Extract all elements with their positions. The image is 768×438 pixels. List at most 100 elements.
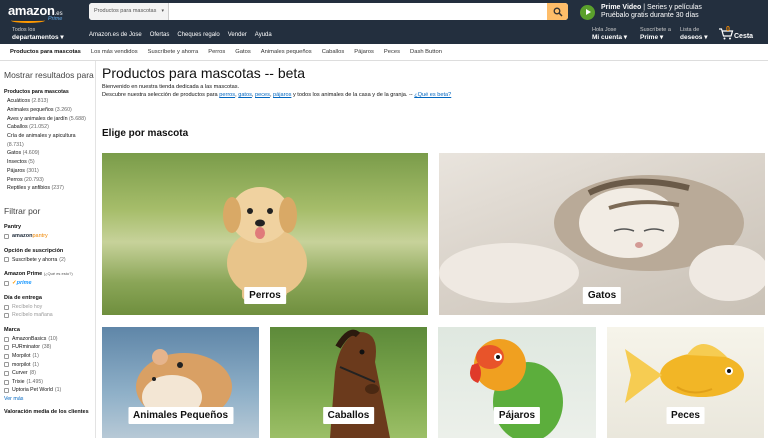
prime-video-title: Prime Video <box>601 3 642 11</box>
category-link[interactable]: Perros (20.793) <box>4 176 95 185</box>
link-peces[interactable]: peces <box>255 92 270 98</box>
checkbox[interactable] <box>4 379 9 385</box>
cart-button[interactable]: 0 Cesta <box>718 26 754 40</box>
category-subnav: Productos para mascotas Los más vendidos… <box>0 44 768 61</box>
delivery-today-filter[interactable]: Recíbelo hoy <box>4 303 95 312</box>
brand-filter[interactable]: morpilot (1) <box>4 361 95 370</box>
page-title: Productos para mascotas -- beta <box>102 65 306 81</box>
brand-filter[interactable]: Uptoria Pet World (1) <box>4 386 95 395</box>
checkbox[interactable] <box>4 362 9 368</box>
category-link[interactable]: Insectos (5) <box>4 158 95 167</box>
tile-label: Pájaros <box>493 407 541 424</box>
delivery-heading: Día de entrega <box>4 294 42 301</box>
tile-perros[interactable]: Perros <box>102 153 428 315</box>
wishlist-line1: Lista de <box>680 27 700 33</box>
subnav-mas-vendidos[interactable]: Los más vendidos <box>91 49 138 55</box>
amazon-logo[interactable]: amazon.es Prime <box>8 3 72 23</box>
nav-link-ofertas[interactable]: Ofertas <box>150 32 170 38</box>
category-link[interactable]: (8.731) <box>4 141 95 150</box>
nav-link-ayuda[interactable]: Ayuda <box>255 32 272 38</box>
checkbox[interactable] <box>4 388 9 394</box>
intro-line2: Descubre nuestra selección de productos … <box>102 92 452 98</box>
checkbox[interactable] <box>4 313 9 319</box>
pantry-logo: amazonpantry <box>12 232 48 239</box>
link-perros[interactable]: perros <box>219 92 235 98</box>
link-gatos[interactable]: gatos <box>238 92 252 98</box>
tile-label: Peces <box>666 407 705 424</box>
search-input[interactable] <box>171 3 521 20</box>
tile-label: Perros <box>244 287 286 304</box>
search-button[interactable] <box>547 3 568 20</box>
prime-filter-heading: Amazon Prime (¿Qué es esto?) <box>4 271 73 278</box>
subnav-peces[interactable]: Peces <box>384 49 400 55</box>
subnav-pajaros[interactable]: Pájaros <box>354 49 374 55</box>
tile-label: Gatos <box>582 287 622 304</box>
brand-filter[interactable]: Morpilot (1) <box>4 352 95 361</box>
tile-caballos[interactable]: Caballos <box>270 327 427 438</box>
account-menu[interactable]: Hola Jose Mi cuenta ▾ <box>592 27 627 41</box>
category-link[interactable]: Acuáticos (2.813) <box>4 97 95 106</box>
checkbox[interactable] <box>4 257 9 263</box>
account-label: Mi cuenta <box>592 34 622 41</box>
search-icon <box>553 7 563 17</box>
tile-animales-pequenos[interactable]: Animales Pequeños <box>102 327 259 438</box>
checkbox[interactable] <box>4 336 9 342</box>
brand-heading: Marca <box>4 326 20 333</box>
category-link[interactable]: Aves y animales de jardín (5.688) <box>4 115 95 124</box>
category-heading[interactable]: Productos para mascotas <box>4 89 95 95</box>
wishlist-menu[interactable]: Lista de deseos ▾ <box>680 27 707 41</box>
prime-filter[interactable]: ✓prime <box>4 279 95 288</box>
intro-text: Bienvenido en nuestra tienda dedicada a … <box>102 83 764 99</box>
checkbox[interactable] <box>4 371 9 377</box>
prime-menu[interactable]: Suscríbete a Prime ▾ <box>640 27 671 41</box>
account-greeting: Hola Jose <box>592 27 617 33</box>
category-link[interactable]: Animales pequeños (3.260) <box>4 106 95 115</box>
prime-video-trial: Pruébalo gratis durante 30 días <box>601 12 699 19</box>
checkbox[interactable] <box>4 345 9 351</box>
nav-links: Amazon.es de Jose Ofertas Cheques regalo… <box>89 32 272 38</box>
search-category-select[interactable]: Productos para mascotas ▾ <box>89 3 169 20</box>
search-category-label: Productos para mascotas <box>94 8 157 14</box>
nav-link-amazon-de-jose[interactable]: Amazon.es de Jose <box>89 32 142 38</box>
section-heading: Elige por mascota <box>102 128 189 139</box>
delivery-tomorrow-filter[interactable]: Recíbelo mañana <box>4 311 95 320</box>
nav-link-cheques[interactable]: Cheques regalo <box>177 32 219 38</box>
cart-label: Cesta <box>734 33 754 40</box>
prime-video-promo[interactable]: Prime Video | Series y películas Pruébal… <box>580 3 702 21</box>
cart-count: 0 <box>726 26 730 33</box>
subnav-gatos[interactable]: Gatos <box>235 49 250 55</box>
search-bar: Productos para mascotas ▾ <box>89 3 568 20</box>
checkbox[interactable] <box>4 233 9 239</box>
tile-peces[interactable]: Peces <box>607 327 764 438</box>
pantry-filter[interactable]: amazonpantry <box>4 232 95 241</box>
category-link[interactable]: Reptiles y anfibios (237) <box>4 184 95 193</box>
subnav-animales-pequenos[interactable]: Animales pequeños <box>261 49 312 55</box>
category-link[interactable]: Caballos (21.052) <box>4 123 95 132</box>
brand-filter[interactable]: Trixie (1.495) <box>4 378 95 387</box>
subnav-suscribete[interactable]: Suscríbete y ahorra <box>148 49 199 55</box>
what-is-beta-link[interactable]: ¿Qué es beta? <box>414 92 451 98</box>
subnav-perros[interactable]: Perros <box>208 49 225 55</box>
subnav-caballos[interactable]: Caballos <box>322 49 345 55</box>
category-link[interactable]: Cría de animales y apicultura <box>4 132 95 141</box>
category-link[interactable]: Gatos (4.609) <box>4 149 95 158</box>
category-link[interactable]: Pájaros (301) <box>4 167 95 176</box>
nav-link-vender[interactable]: Vender <box>228 32 247 38</box>
checkbox[interactable] <box>4 304 9 310</box>
subnav-productos-para-mascotas[interactable]: Productos para mascotas <box>10 49 81 55</box>
tile-gatos[interactable]: Gatos <box>439 153 765 315</box>
subscription-filter[interactable]: Suscríbete y ahorra (2) <box>4 256 95 265</box>
tile-label: Animales Pequeños <box>127 407 234 424</box>
checkbox[interactable] <box>4 280 9 286</box>
departments-menu[interactable]: Todos los departamentos ▾ <box>12 27 64 41</box>
brand-filter[interactable]: FURminator (38) <box>4 343 95 352</box>
brand-filter[interactable]: AmazonBasics (10) <box>4 335 95 344</box>
checkbox[interactable] <box>4 353 9 359</box>
chevron-down-icon: ▾ <box>161 8 164 14</box>
subnav-dash-button[interactable]: Dash Button <box>410 49 442 55</box>
smile-icon <box>11 18 45 23</box>
brand-filter[interactable]: Curver (8) <box>4 369 95 378</box>
link-pajaros[interactable]: pájaros <box>273 92 291 98</box>
tile-pajaros[interactable]: Pájaros <box>438 327 596 438</box>
see-more-link[interactable]: Ver más <box>4 396 95 402</box>
